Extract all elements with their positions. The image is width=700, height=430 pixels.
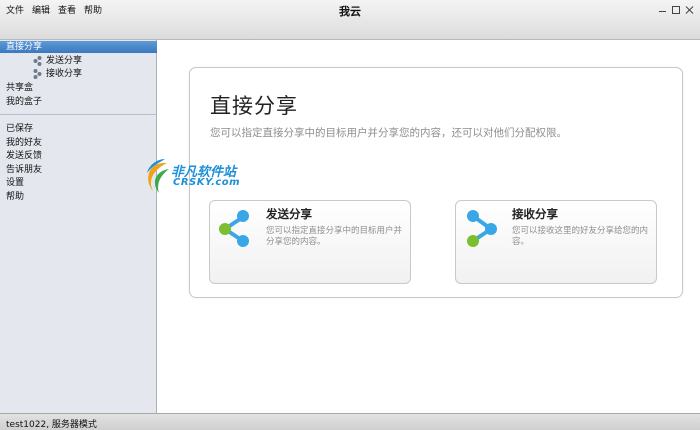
main-content: 直接分享 您可以指定直接分享中的目标用户并分享您的内容，还可以对他们分配权限。 … (158, 40, 700, 413)
close-icon[interactable] (685, 5, 694, 14)
window-controls (658, 5, 694, 14)
minimize-icon[interactable] (658, 5, 667, 14)
send-share-description: 您可以指定直接分享中的目标用户并分享您的内容。 (266, 226, 403, 247)
sidebar-item-tell-friends[interactable]: 告诉朋友 (0, 164, 157, 176)
page-title: 直接分享 (210, 94, 298, 118)
direct-share-panel: 直接分享 您可以指定直接分享中的目标用户并分享您的内容，还可以对他们分配权限。 … (189, 67, 683, 298)
sidebar-item-help[interactable]: 帮助 (0, 191, 157, 203)
sidebar-item-label: 发送分享 (46, 56, 83, 66)
send-share-title: 发送分享 (266, 207, 312, 221)
window-title: 我云 (339, 5, 361, 18)
sidebar-item-label: 直接分享 (6, 42, 43, 52)
sidebar-item-settings[interactable]: 设置 (0, 177, 157, 189)
sidebar-item-label: 我的盒子 (6, 97, 43, 107)
sidebar-item-label: 帮助 (6, 192, 25, 202)
sidebar-item-label: 已保存 (6, 124, 34, 134)
send-share-button[interactable]: 发送分享 您可以指定直接分享中的目标用户并分享您的内容。 (209, 200, 411, 284)
sidebar-item-my-friends[interactable]: 我的好友 (0, 137, 157, 149)
sidebar-item-label: 发送反馈 (6, 151, 43, 161)
sidebar-item-label: 我的好友 (6, 138, 43, 148)
sidebar-item-label: 共享盒 (6, 83, 34, 93)
sidebar-item-label: 接收分享 (46, 69, 83, 79)
sidebar: 直接分享 发送分享 接收分享 共享盒 我的盒子 已保存 我的好友 发送反馈 告诉… (0, 40, 157, 413)
page-description: 您可以指定直接分享中的目标用户并分享您的内容，还可以对他们分配权限。 (210, 127, 567, 139)
send-share-icon (219, 210, 249, 247)
watermark-swirl-icon (147, 159, 169, 193)
watermark-logo: 非凡软件站 CRSKY.com (139, 155, 247, 199)
send-share-icon (33, 56, 42, 66)
status-text: test1022, 服务器模式 (6, 420, 97, 430)
receive-share-title: 接收分享 (512, 207, 558, 221)
sidebar-item-label: 设置 (6, 178, 25, 188)
sidebar-item-saved[interactable]: 已保存 (0, 123, 157, 135)
receive-share-icon (33, 69, 42, 79)
sidebar-item-my-box[interactable]: 我的盒子 (0, 96, 157, 108)
sidebar-item-feedback[interactable]: 发送反馈 (0, 150, 157, 162)
status-bar: test1022, 服务器模式 (0, 413, 700, 430)
sidebar-item-share-box[interactable]: 共享盒 (0, 82, 157, 94)
watermark-subtext: CRSKY.com (173, 177, 241, 188)
title-bar: 文件 编辑 查看 帮助 我云 (0, 0, 700, 40)
receive-share-button[interactable]: 接收分享 您可以接收这里的好友分享给您的内容。 (455, 200, 657, 284)
sidebar-item-receive-share[interactable]: 接收分享 (0, 68, 157, 80)
sidebar-divider (0, 114, 157, 115)
maximize-icon[interactable] (672, 6, 680, 14)
sidebar-item-label: 告诉朋友 (6, 165, 43, 175)
sidebar-item-send-share[interactable]: 发送分享 (0, 55, 157, 67)
sidebar-item-direct-share[interactable]: 直接分享 (0, 41, 157, 53)
receive-share-icon (467, 210, 497, 247)
receive-share-description: 您可以接收这里的好友分享给您的内容。 (512, 226, 649, 247)
